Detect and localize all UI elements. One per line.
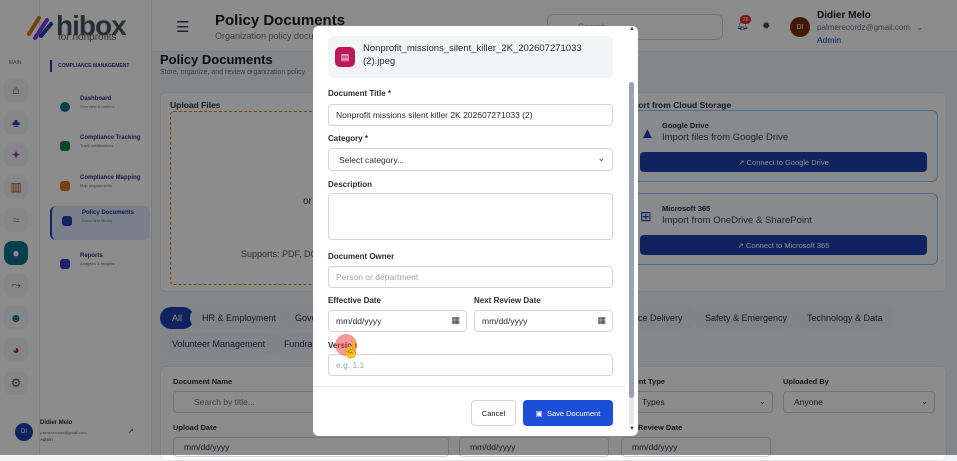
document-title-input[interactable]: Nonprofit missions silent killer 2K 2026… [328,104,613,126]
category-select[interactable]: Select category... ⌄ [328,148,613,171]
calendar-icon: ▦ [451,315,460,325]
calendar-icon: ▦ [597,315,606,325]
modal-footer-divider [313,386,625,387]
file-name: Nonprofit_missions_silent_killer_2K_2026… [363,43,582,67]
image-file-icon: ▤ [335,47,355,67]
modal-scrollbar-thumb[interactable] [629,82,634,398]
cancel-button[interactable]: Cancel [471,400,516,426]
save-document-button[interactable]: ▣ Save Document [523,400,613,426]
description-textarea[interactable] [328,193,613,240]
modal-scrollbar[interactable] [629,82,634,425]
effective-date-input[interactable]: mm/dd/yyyy ▦ [328,310,467,332]
save-icon: ▣ [535,408,547,418]
description-label: Description [328,180,373,189]
hand-cursor-icon: ☝ [341,342,361,359]
owner-label: Document Owner [328,252,395,261]
file-preview: ▤ Nonprofit_missions_silent_killer_2K_20… [328,36,613,78]
title-label: Document Title * [328,89,391,98]
next-review-date-label: Next Review Date [474,296,541,305]
upload-document-modal: ▤ Nonprofit_missions_silent_killer_2K_20… [313,26,638,436]
chevron-down-icon: ⌄ [597,153,605,163]
version-input[interactable]: e.g. 1.1 [328,354,613,376]
next-review-date-input[interactable]: mm/dd/yyyy ▦ [474,310,613,332]
category-label: Category * [328,134,369,143]
document-owner-input[interactable]: Person or department [328,266,613,288]
scroll-up-arrow-icon[interactable]: ▲ [629,26,635,32]
scroll-down-arrow-icon[interactable]: ▼ [629,426,635,432]
effective-date-label: Effective Date [328,296,381,305]
